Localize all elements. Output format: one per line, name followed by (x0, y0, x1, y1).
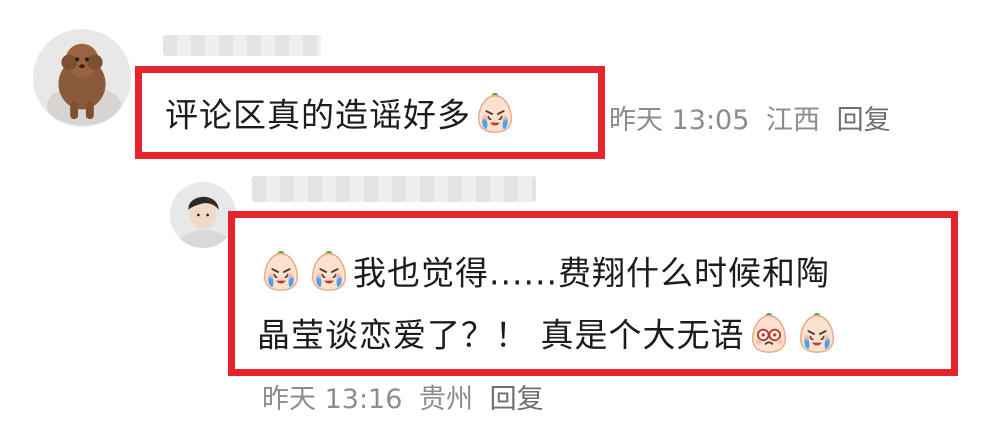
comment-text: 评论区真的造谣好多 (165, 92, 519, 140)
reply-button[interactable]: 回复 (837, 105, 891, 136)
avatar-person[interactable] (170, 182, 236, 248)
crying-face-emoji-icon (472, 90, 518, 136)
dog-avatar-icon (33, 29, 131, 127)
reply-text-content-2: 晶莹谈恋爱了？！ 真是个大无语 (257, 315, 745, 355)
username-blurred[interactable] (163, 35, 321, 56)
reply-text-content-1: 我也觉得......费翔什么时候和陶 (353, 253, 830, 293)
avatar-dog[interactable] (33, 29, 131, 127)
crying-face-emoji-icon (258, 248, 304, 294)
comment-meta: 昨天 13:05 江西 回复 (609, 107, 899, 134)
comment-text-content: 评论区真的造谣好多 (165, 95, 471, 135)
reply-meta: 昨天 13:16 贵州 回复 (262, 386, 552, 413)
person-avatar-icon (170, 182, 236, 248)
reply-location: 贵州 (419, 384, 473, 415)
comment-time: 昨天 13:05 (609, 105, 750, 136)
reply-button[interactable]: 回复 (490, 384, 544, 415)
username-blurred[interactable] (252, 176, 536, 202)
comment-location: 江西 (766, 105, 820, 136)
reply-time: 昨天 13:16 (262, 384, 403, 415)
crying-face-emoji-icon (306, 248, 352, 294)
reply-text-line-2: 晶莹谈恋爱了？！ 真是个大无语 (257, 312, 841, 360)
shocked-face-emoji-icon (746, 310, 792, 356)
crying-face-emoji-icon (794, 310, 840, 356)
reply-text-line-1: 我也觉得......费翔什么时候和陶 (257, 250, 830, 298)
